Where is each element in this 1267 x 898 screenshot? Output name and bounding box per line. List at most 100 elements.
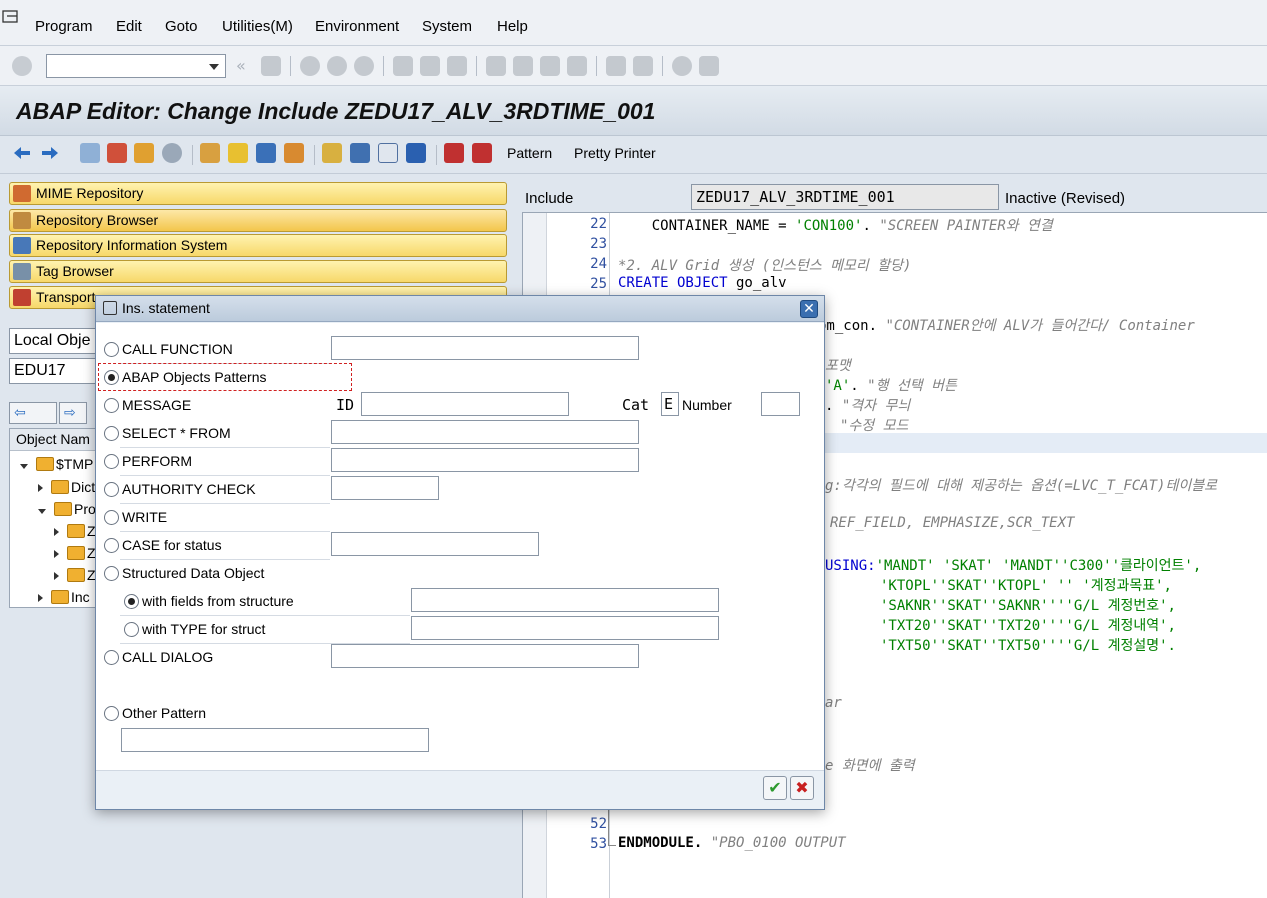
menu-edit[interactable]: Edit: [116, 18, 142, 35]
repository-icon: [13, 212, 31, 229]
call-function-input[interactable]: [331, 336, 639, 360]
call-dialog-input[interactable]: [331, 644, 639, 668]
stack-icon[interactable]: [350, 143, 370, 163]
insert-statement-dialog: Ins. statement ✕ CALL FUNCTION ABAP Obje…: [95, 295, 825, 810]
pattern-button[interactable]: Pattern: [507, 145, 552, 161]
find-next-icon[interactable]: [447, 56, 467, 76]
include-name-field: ZEDU17_ALV_3RDTIME_001: [691, 184, 999, 210]
command-field[interactable]: [46, 54, 226, 78]
info-icon[interactable]: [406, 143, 426, 163]
cancel-icon[interactable]: ✖: [790, 776, 814, 800]
include-label: Include: [525, 190, 574, 207]
message-cat-input[interactable]: E: [661, 392, 679, 416]
breakpoint-icon[interactable]: [444, 143, 464, 163]
tree-node-program-1[interactable]: Z: [54, 523, 96, 539]
new-session-icon[interactable]: [606, 56, 626, 76]
menu-help[interactable]: Help: [497, 18, 528, 35]
radio-other-pattern[interactable]: [104, 706, 119, 721]
radio-perform[interactable]: [104, 454, 119, 469]
nav-repository-browser[interactable]: Repository Browser: [9, 209, 507, 232]
cancel-icon[interactable]: [354, 56, 374, 76]
dialog-title-bar: Ins. statement ✕: [96, 296, 824, 322]
type-name-input[interactable]: [411, 616, 719, 640]
radio-call-dialog[interactable]: [104, 650, 119, 665]
radio-write[interactable]: [104, 510, 119, 525]
previous-page-icon[interactable]: [513, 56, 533, 76]
message-id-input[interactable]: [361, 392, 569, 416]
message-number-input[interactable]: [761, 392, 800, 416]
back-icon[interactable]: [300, 56, 320, 76]
help-icon[interactable]: [672, 56, 692, 76]
forward-arrow-icon[interactable]: [40, 143, 60, 163]
radio-call-function[interactable]: [104, 342, 119, 357]
authority-check-input[interactable]: [331, 476, 439, 500]
radio-structured-data-object[interactable]: [104, 566, 119, 581]
check-syntax-icon[interactable]: [107, 143, 127, 163]
nav-repository-information-system[interactable]: Repository Information System: [9, 234, 507, 257]
menu-program[interactable]: Program: [35, 18, 93, 35]
status-text: Inactive (Revised): [1005, 190, 1126, 207]
check-icon[interactable]: ✔: [763, 776, 787, 800]
title-bar: ABAP Editor: Change Include ZEDU17_ALV_3…: [0, 86, 1267, 136]
previous-object-button[interactable]: ⇦: [9, 402, 57, 424]
activate-icon[interactable]: [134, 143, 154, 163]
tree-node-tmp[interactable]: $TMP: [20, 456, 93, 472]
nav-tag-browser[interactable]: Tag Browser: [9, 260, 507, 283]
nav-mime-repository[interactable]: MIME Repository: [9, 182, 507, 205]
radio-case-for-status[interactable]: [104, 538, 119, 553]
menu-bar: Program Edit Goto Utilities(M) Environme…: [0, 0, 1267, 46]
case-for-status-input[interactable]: [331, 532, 539, 556]
enter-check-icon[interactable]: [12, 56, 32, 76]
window-menu-icon[interactable]: [2, 8, 20, 26]
first-page-icon[interactable]: [486, 56, 506, 76]
radio-with-fields-from-structure[interactable]: [124, 594, 139, 609]
hierarchy-icon[interactable]: [322, 143, 342, 163]
tree-node-programs[interactable]: Pro: [38, 501, 96, 517]
object-list-icon[interactable]: [228, 143, 248, 163]
tree-node-dict[interactable]: Dict: [38, 479, 95, 495]
chevron-down-icon[interactable]: [209, 64, 219, 70]
label-write: WRITE: [122, 509, 168, 525]
back-arrow-icon[interactable]: [12, 143, 32, 163]
info-system-icon: [13, 237, 31, 254]
dialog-title: Ins. statement: [122, 300, 210, 316]
exit-icon[interactable]: [327, 56, 347, 76]
document-icon[interactable]: [378, 143, 398, 163]
code-line-25: CREATE OBJECT go_alv: [618, 275, 787, 291]
display-change-icon[interactable]: [80, 143, 100, 163]
next-object-button[interactable]: ⇨: [59, 402, 87, 424]
where-used-icon[interactable]: [200, 143, 220, 163]
double-chevron-left-icon[interactable]: «: [236, 56, 246, 75]
test-icon[interactable]: [162, 143, 182, 163]
pretty-printer-button[interactable]: Pretty Printer: [574, 145, 656, 161]
other-pattern-input[interactable]: [121, 728, 429, 752]
menu-goto[interactable]: Goto: [165, 18, 198, 35]
code-line-40: 'TXT20''SKAT''TXT20''''G/L 계정내역',: [880, 618, 1176, 634]
perform-input[interactable]: [331, 448, 639, 472]
menu-environment[interactable]: Environment: [315, 18, 399, 35]
external-breakpoint-icon[interactable]: [472, 143, 492, 163]
next-page-icon[interactable]: [540, 56, 560, 76]
radio-select[interactable]: [104, 426, 119, 441]
menu-utilities[interactable]: Utilities(M): [222, 18, 293, 35]
radio-with-type-for-struct[interactable]: [124, 622, 139, 637]
tree-node-includes[interactable]: Inc: [38, 589, 90, 605]
folder-icon: [36, 457, 54, 471]
save-icon[interactable]: [261, 56, 281, 76]
radio-authority-check[interactable]: [104, 482, 119, 497]
last-page-icon[interactable]: [567, 56, 587, 76]
radio-message[interactable]: [104, 398, 119, 413]
menu-system[interactable]: System: [422, 18, 472, 35]
structure-name-input[interactable]: [411, 588, 719, 612]
code-line-39: 'SAKNR''SKAT''SAKNR''''G/L 계정번호',: [880, 598, 1176, 614]
shortcut-icon[interactable]: [633, 56, 653, 76]
print-icon[interactable]: [393, 56, 413, 76]
navigation-window-icon[interactable]: [256, 143, 276, 163]
tree-node-program-3[interactable]: Z: [54, 567, 96, 583]
enhance-icon[interactable]: [284, 143, 304, 163]
find-icon[interactable]: [420, 56, 440, 76]
tree-node-program-2[interactable]: Z: [54, 545, 96, 561]
close-icon[interactable]: ✕: [800, 300, 818, 318]
select-from-input[interactable]: [331, 420, 639, 444]
customize-layout-icon[interactable]: [699, 56, 719, 76]
